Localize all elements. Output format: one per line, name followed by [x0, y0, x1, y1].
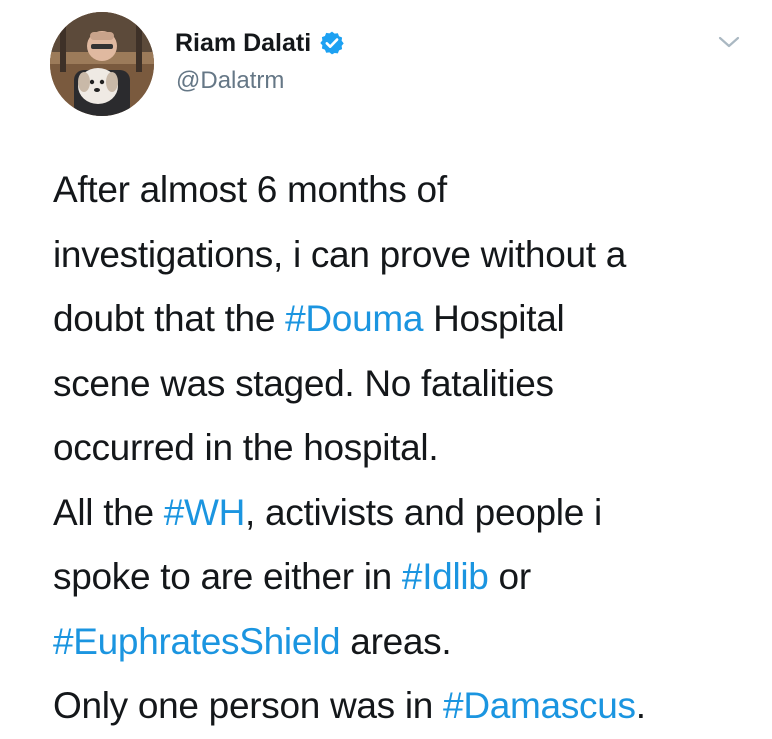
- tweet-text-segment: areas.: [340, 620, 452, 662]
- tweet-line: doubt that the #Douma Hospital: [53, 287, 753, 352]
- tweet-text-segment: occurred in the hospital.: [53, 427, 439, 468]
- author-name-row: Riam Dalati: [175, 28, 345, 58]
- tweet-text-segment: or: [488, 556, 532, 597]
- tweet-line: After almost 6 months of: [53, 158, 753, 223]
- tweet-line: #EuphratesShield areas.: [53, 610, 753, 675]
- tweet-text-segment: , activists and people i: [245, 491, 602, 533]
- hashtag-link[interactable]: #Douma: [285, 298, 423, 339]
- verified-badge-icon: [319, 30, 345, 56]
- hashtag-link[interactable]: #Idlib: [402, 556, 489, 597]
- chevron-down-icon[interactable]: [716, 32, 742, 52]
- tweet-line: investigations, i can prove without a: [53, 223, 753, 288]
- user-handle[interactable]: @Dalatrm: [176, 66, 284, 96]
- hashtag-link[interactable]: #Damascus: [443, 685, 636, 726]
- hashtag-link[interactable]: #WH: [164, 492, 246, 533]
- tweet-card: Riam Dalati @Dalatrm After almost 6 mont…: [0, 0, 772, 726]
- avatar[interactable]: [50, 12, 154, 116]
- hashtag-link[interactable]: #EuphratesShield: [53, 621, 341, 662]
- tweet-line: Only one person was in #Damascus.: [53, 674, 753, 739]
- tweet-text-segment: doubt that the: [53, 298, 286, 339]
- tweet-text-segment: .: [635, 685, 646, 726]
- avatar-image: [50, 12, 154, 116]
- tweet-text-segment: After almost 6 months of: [53, 169, 447, 210]
- tweet-text-segment: spoke to are either in: [53, 556, 402, 597]
- tweet-text-segment: investigations, i can prove without a: [53, 233, 627, 275]
- tweet-text-segment: All the: [53, 491, 164, 533]
- tweet-text-segment: Hospital: [423, 298, 565, 339]
- display-name[interactable]: Riam Dalati: [175, 28, 311, 58]
- tweet-line: occurred in the hospital.: [53, 416, 753, 481]
- tweet-line: All the #WH, activists and people i: [53, 481, 753, 546]
- tweet-text-segment: scene was staged. No fatalities: [53, 362, 554, 404]
- tweet-line: scene was staged. No fatalities: [53, 352, 753, 417]
- tweet-text: After almost 6 months of investigations, …: [53, 158, 753, 739]
- tweet-line: spoke to are either in #Idlib or: [53, 545, 753, 610]
- tweet-text-segment: Only one person was in: [53, 685, 444, 726]
